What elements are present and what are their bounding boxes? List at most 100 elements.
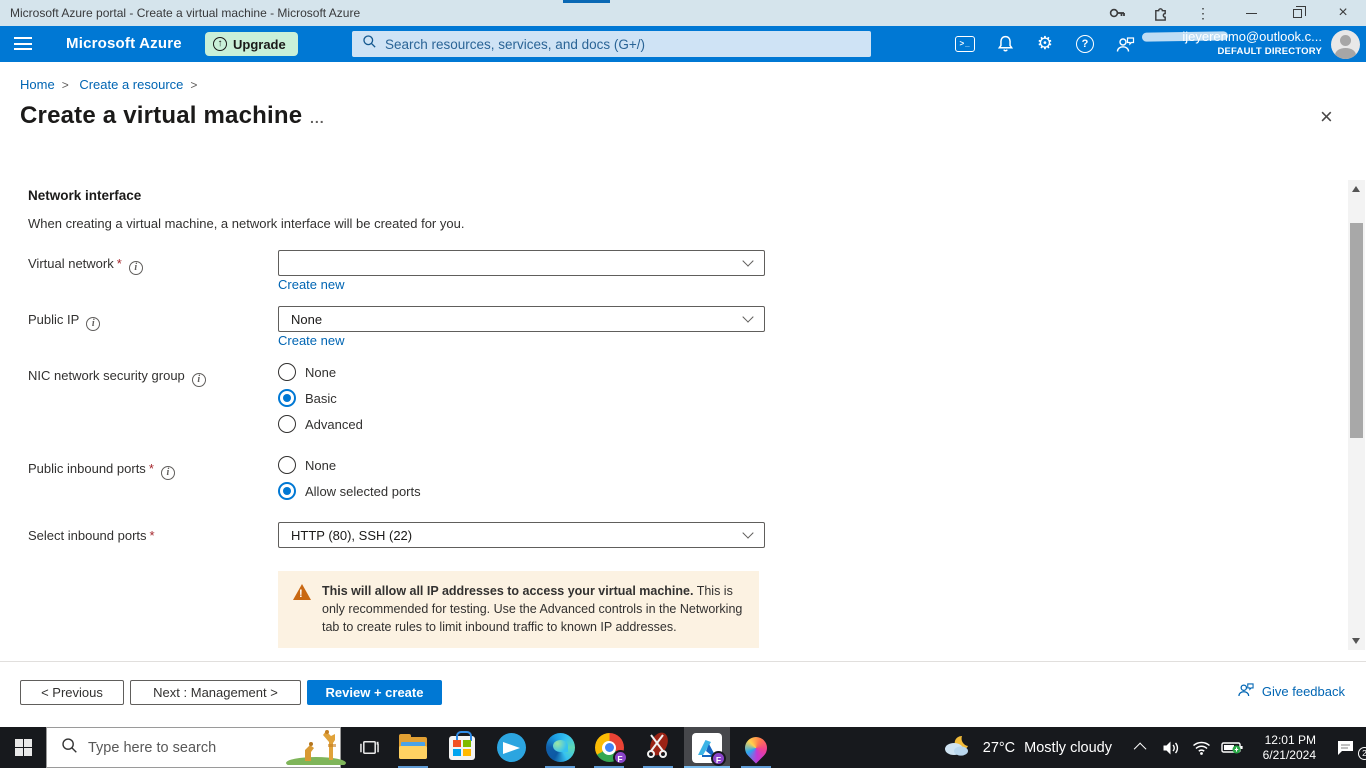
edge-icon bbox=[545, 733, 575, 762]
extensions-puzzle-icon[interactable] bbox=[1143, 0, 1177, 26]
taskbar-app-microsoft-store[interactable] bbox=[439, 727, 485, 768]
user-email: ijeyerenmo@outlook.c... bbox=[1140, 29, 1322, 44]
previous-button[interactable]: < Previous bbox=[20, 680, 124, 705]
azure-portal-icon: F bbox=[692, 732, 726, 766]
azure-search-bar[interactable] bbox=[352, 31, 871, 57]
breadcrumb: Home > Create a resource > bbox=[20, 77, 204, 92]
tray-chevron-up-icon[interactable] bbox=[1126, 742, 1156, 756]
feedback-icon[interactable] bbox=[1105, 26, 1145, 62]
upgrade-button[interactable]: ↑ Upgrade bbox=[205, 32, 298, 56]
breadcrumb-chevron-icon: > bbox=[190, 78, 198, 92]
give-feedback-link[interactable]: Give feedback bbox=[1237, 682, 1345, 700]
taskbar-app-telegram[interactable] bbox=[488, 727, 534, 768]
scrollbar-up-arrow-icon[interactable] bbox=[1352, 186, 1360, 192]
info-icon[interactable] bbox=[191, 373, 206, 387]
vertical-scrollbar[interactable] bbox=[1348, 180, 1365, 650]
public-ip-create-new-link[interactable]: Create new bbox=[278, 333, 344, 348]
virtual-network-create-new-link[interactable]: Create new bbox=[278, 277, 344, 292]
window-restore-button[interactable] bbox=[1274, 0, 1320, 26]
select-inbound-ports-label: Select inbound ports * bbox=[28, 528, 155, 543]
section-description: When creating a virtual machine, a netwo… bbox=[28, 216, 465, 231]
weather-widget[interactable]: 27°C Mostly cloudy bbox=[942, 733, 1112, 762]
page-title: Create a virtual machine bbox=[20, 102, 303, 129]
wifi-icon[interactable] bbox=[1186, 740, 1216, 755]
upgrade-label: Upgrade bbox=[233, 36, 286, 52]
scrollbar-thumb[interactable] bbox=[1350, 223, 1363, 438]
page-close-icon[interactable]: × bbox=[1320, 106, 1333, 128]
radio-icon bbox=[278, 363, 296, 381]
cloud-shell-icon[interactable] bbox=[945, 26, 985, 62]
chevron-down-icon bbox=[742, 311, 754, 323]
azure-header: Microsoft Azure ↑ Upgrade ⚙ ijeyerenmo@o… bbox=[0, 26, 1366, 62]
help-icon[interactable] bbox=[1065, 26, 1105, 62]
taskbar-app-paint-droplet[interactable] bbox=[733, 727, 779, 768]
nic-nsg-radio-basic[interactable]: Basic bbox=[278, 389, 337, 407]
info-icon[interactable] bbox=[160, 466, 175, 480]
taskbar-app-google-chrome[interactable]: F bbox=[586, 727, 632, 768]
chevron-down-icon bbox=[742, 527, 754, 539]
window-close-button[interactable]: × bbox=[1320, 0, 1366, 26]
password-key-icon[interactable] bbox=[1100, 0, 1134, 26]
taskbar-app-snipping-tool[interactable] bbox=[635, 727, 681, 768]
search-icon bbox=[362, 34, 377, 54]
scrollbar-down-arrow-icon[interactable] bbox=[1352, 638, 1360, 644]
avatar[interactable] bbox=[1331, 30, 1360, 59]
notifications-bell-icon[interactable] bbox=[985, 26, 1025, 62]
taskbar-search-input[interactable] bbox=[88, 739, 275, 756]
section-title: Network interface bbox=[28, 188, 142, 203]
system-tray: 27°C Mostly cloudy 12:01 PM 6/21/2024 2 bbox=[942, 727, 1366, 768]
public-inbound-radio-none[interactable]: None bbox=[278, 456, 336, 474]
nic-nsg-radio-none[interactable]: None bbox=[278, 363, 336, 381]
active-tab-indicator bbox=[563, 0, 610, 3]
breadcrumb-home-link[interactable]: Home bbox=[20, 77, 55, 92]
clock-time: 12:01 PM bbox=[1264, 732, 1316, 747]
taskbar-app-microsoft-edge[interactable] bbox=[537, 727, 583, 768]
scissors-icon bbox=[645, 731, 671, 764]
info-icon[interactable] bbox=[128, 261, 143, 275]
taskbar-search-box[interactable] bbox=[46, 727, 346, 768]
page-title-ellipsis[interactable]: ... bbox=[310, 110, 325, 126]
radio-icon bbox=[278, 456, 296, 474]
taskbar-clock[interactable]: 12:01 PM 6/21/2024 bbox=[1254, 733, 1316, 763]
chrome-icon: F bbox=[594, 733, 628, 765]
action-center-icon[interactable]: 2 bbox=[1324, 739, 1366, 760]
paint-droplet-icon bbox=[740, 731, 772, 764]
browser-titlebar: Microsoft Azure portal - Create a virtua… bbox=[0, 0, 1366, 26]
public-ip-select[interactable]: None bbox=[278, 306, 765, 332]
hamburger-menu-icon[interactable] bbox=[14, 37, 32, 50]
profile-badge: F bbox=[711, 750, 726, 766]
search-highlight-giraffe-art bbox=[285, 726, 347, 768]
browser-menu-kebab-icon[interactable]: ⋮ bbox=[1186, 0, 1220, 26]
window-minimize-button[interactable] bbox=[1228, 0, 1274, 26]
azure-brand[interactable]: Microsoft Azure bbox=[66, 35, 182, 52]
weather-condition: Mostly cloudy bbox=[1024, 739, 1112, 756]
settings-gear-icon[interactable]: ⚙ bbox=[1025, 26, 1065, 62]
warning-message: This will allow all IP addresses to acce… bbox=[278, 571, 759, 648]
virtual-network-select[interactable] bbox=[278, 250, 765, 276]
select-inbound-ports-select[interactable]: HTTP (80), SSH (22) bbox=[278, 522, 765, 548]
wizard-footer: < Previous Next : Management > Review + … bbox=[0, 661, 1366, 727]
public-ip-label: Public IP bbox=[28, 312, 101, 331]
telegram-icon bbox=[496, 733, 526, 762]
browser-window-title: Microsoft Azure portal - Create a virtua… bbox=[10, 6, 361, 20]
public-inbound-radio-allow[interactable]: Allow selected ports bbox=[278, 482, 421, 500]
volume-icon[interactable] bbox=[1156, 740, 1186, 756]
taskbar-app-azure-portal[interactable]: F bbox=[684, 727, 730, 768]
nic-nsg-radio-advanced[interactable]: Advanced bbox=[278, 415, 363, 433]
upgrade-arrow-icon: ↑ bbox=[213, 37, 227, 51]
taskbar-app-file-explorer[interactable] bbox=[390, 727, 436, 768]
task-view-icon[interactable] bbox=[346, 727, 392, 768]
start-button[interactable] bbox=[0, 727, 46, 768]
notification-count-badge: 2 bbox=[1358, 747, 1366, 760]
windows-logo-icon bbox=[14, 739, 32, 756]
azure-search-input[interactable] bbox=[385, 36, 861, 52]
search-icon bbox=[61, 737, 78, 759]
info-icon[interactable] bbox=[86, 317, 101, 331]
feedback-person-icon bbox=[1237, 682, 1255, 700]
battery-icon[interactable] bbox=[1216, 740, 1248, 755]
windows-taskbar: F F bbox=[0, 727, 1366, 768]
account-info[interactable]: ijeyerenmo@outlook.c... DEFAULT DIRECTOR… bbox=[1140, 29, 1322, 59]
next-management-button[interactable]: Next : Management > bbox=[130, 680, 301, 705]
breadcrumb-create-resource-link[interactable]: Create a resource bbox=[79, 77, 183, 92]
review-create-button[interactable]: Review + create bbox=[307, 680, 442, 705]
